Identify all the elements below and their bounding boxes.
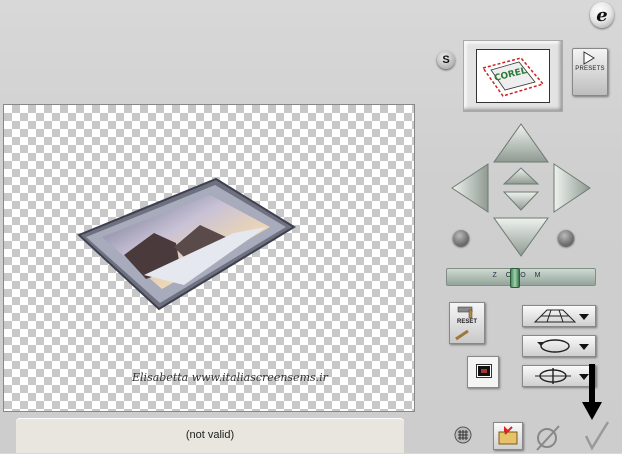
rotate-right-icon[interactable] [558, 230, 574, 246]
status-text: (not valid) [185, 429, 235, 441]
rotate-left-icon[interactable] [453, 230, 469, 246]
perspective-dropdown[interactable] [522, 305, 596, 327]
presets-label: PRESETS [575, 66, 605, 72]
arrow-down-icon[interactable] [493, 217, 549, 257]
arrow-pointer-icon [582, 364, 602, 420]
center-down-icon[interactable] [502, 191, 540, 211]
s-label: S [442, 54, 450, 66]
hammer-icon [457, 306, 473, 319]
chevron-down-icon [579, 314, 589, 320]
arrow-up-icon[interactable] [493, 123, 549, 163]
grid-icon[interactable] [454, 426, 472, 444]
logo-icon[interactable]: e [590, 2, 614, 28]
frame-preview-button[interactable] [467, 356, 499, 388]
s-button[interactable]: S [437, 51, 455, 69]
chevron-down-icon [579, 344, 589, 350]
preset-preview[interactable]: COREL [463, 40, 563, 112]
frame-thumbnail [476, 364, 492, 378]
open-folder-button[interactable] [493, 422, 523, 450]
preview-canvas[interactable]: Elisabetta www.italiascreensems.ir [3, 104, 415, 412]
transformed-image [77, 177, 296, 311]
logo-glyph: e [596, 4, 608, 26]
watermark-text: Elisabetta www.italiascreensems.ir [132, 371, 328, 384]
zoom-label: ZOOM [492, 272, 550, 279]
center-up-icon[interactable] [502, 167, 540, 185]
chevron-right-icon [583, 51, 595, 65]
zoom-thumb[interactable] [509, 268, 520, 288]
flip-ellipse-icon [535, 368, 571, 384]
checkmark-icon[interactable] [582, 420, 612, 452]
arrow-left-icon[interactable] [451, 163, 489, 213]
arrow-right-icon[interactable] [553, 163, 591, 213]
reset-button[interactable]: RESET [449, 302, 485, 344]
folder-open-icon [498, 426, 518, 445]
preview-image: COREL [476, 49, 550, 103]
presets-button[interactable]: PRESETS [572, 48, 608, 96]
zoom-slider[interactable]: ZOOM [446, 268, 596, 288]
reset-label: RESET [456, 319, 477, 325]
cancel-icon[interactable] [535, 424, 563, 452]
status-bar: (not valid) [16, 418, 404, 453]
rotate-dropdown[interactable] [522, 335, 596, 357]
perspective-grid-icon [533, 309, 577, 323]
rotate-ellipse-icon [537, 339, 570, 353]
hammer-handle-icon [455, 329, 469, 341]
